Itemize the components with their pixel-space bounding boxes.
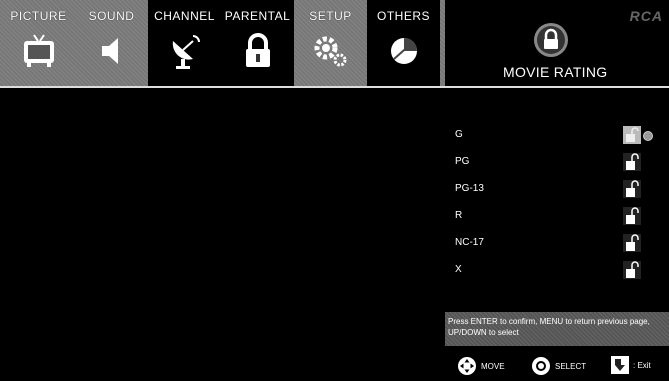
rating-label: NC-17: [455, 237, 484, 248]
unlock-icon[interactable]: [623, 180, 641, 198]
page-title: MOVIE RATING: [503, 64, 608, 80]
pie-icon: [390, 38, 417, 64]
move-label: MOVE: [481, 361, 505, 371]
tab-channel-label: CHANNEL: [154, 9, 215, 23]
menu-tabs: PICTURE SOUND CHANNEL PARENTAL SETUP OTH…: [2, 0, 440, 86]
unlock-icon[interactable]: [623, 207, 641, 225]
select-label: SELECT: [555, 361, 587, 371]
tab-others[interactable]: OTHERS: [367, 0, 440, 86]
rating-label: G: [455, 129, 463, 140]
ok-button-icon: [532, 357, 550, 375]
unlock-icon[interactable]: [623, 153, 641, 171]
footer-controls: MOVE SELECT : Exit: [445, 350, 669, 381]
exit-icon: [611, 356, 629, 374]
brand-logo: RCA: [629, 8, 663, 24]
tab-picture[interactable]: PICTURE: [2, 0, 75, 86]
exit-label: : Exit: [633, 360, 651, 370]
tab-channel[interactable]: CHANNEL: [148, 0, 221, 86]
unlock-icon[interactable]: [623, 261, 641, 279]
dpad-icon: [458, 357, 476, 375]
tab-setup[interactable]: SETUP: [294, 0, 367, 86]
tab-sound[interactable]: SOUND: [75, 0, 148, 86]
move-hint: MOVE: [457, 356, 505, 376]
rating-panel-header: RCA MOVIE RATING: [445, 0, 669, 86]
padlock-icon: [245, 33, 270, 67]
unlock-icon[interactable]: [623, 234, 641, 252]
rating-label: PG-13: [455, 183, 484, 194]
tab-parental[interactable]: PARENTAL: [221, 0, 294, 86]
satellite-dish-icon: [172, 35, 200, 69]
tv-icon: [23, 34, 54, 67]
rating-row-x[interactable]: X: [453, 261, 669, 281]
tab-sound-label: SOUND: [88, 9, 135, 23]
rating-row-pg[interactable]: PG: [453, 153, 669, 173]
tab-setup-label: SETUP: [309, 9, 352, 23]
rating-label: X: [455, 264, 462, 275]
unlock-icon[interactable]: [623, 126, 641, 144]
speaker-icon: [101, 38, 118, 64]
tab-parental-label: PARENTAL: [224, 9, 291, 23]
rating-label: PG: [455, 156, 470, 167]
rating-row-pg13[interactable]: PG-13: [453, 180, 669, 200]
gears-icon: [314, 36, 346, 67]
selection-cursor-icon: [643, 131, 653, 141]
top-menu-bar: PICTURE SOUND CHANNEL PARENTAL SETUP OTH…: [0, 0, 669, 88]
rating-row-nc17[interactable]: NC-17: [453, 234, 669, 254]
exit-hint: : Exit: [611, 356, 651, 374]
select-hint: SELECT: [531, 356, 586, 376]
help-text: Press ENTER to confirm, MENU to return p…: [445, 312, 669, 346]
rating-label: R: [455, 210, 463, 221]
tab-picture-label: PICTURE: [10, 9, 67, 23]
lock-badge-icon: [534, 23, 568, 57]
rating-row-r[interactable]: R: [453, 207, 669, 227]
tab-others-label: OTHERS: [376, 9, 430, 23]
rating-row-g[interactable]: G: [453, 126, 669, 146]
